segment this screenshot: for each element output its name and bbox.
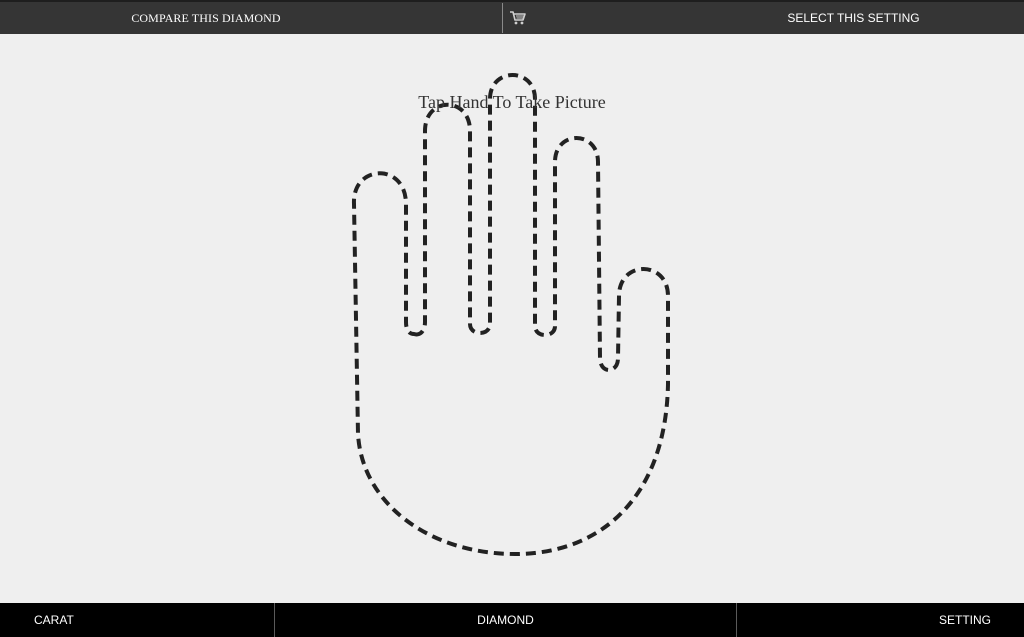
nav-item-setting[interactable]: SETTING <box>737 603 1024 637</box>
nav-item-carat[interactable]: CARAT <box>0 603 275 637</box>
compare-diamond-button[interactable]: COMPARE THIS DIAMOND <box>0 2 502 34</box>
hand-outline-icon[interactable] <box>0 34 1024 603</box>
nav-item-diamond-label: DIAMOND <box>477 613 534 627</box>
select-setting-button[interactable]: SELECT THIS SETTING <box>533 2 1024 34</box>
nav-item-diamond[interactable]: DIAMOND <box>275 603 737 637</box>
bottom-nav: CARAT DIAMOND SETTING <box>0 603 1024 637</box>
hand-capture-area: Tap Hand To Take Picture <box>0 34 1024 603</box>
compare-diamond-label: COMPARE THIS DIAMOND <box>131 10 281 25</box>
top-action-bar: COMPARE THIS DIAMOND SELECT THIS SETTING <box>0 0 1024 34</box>
nav-item-carat-label: CARAT <box>34 613 74 627</box>
shopping-cart-icon <box>510 11 526 25</box>
cart-button[interactable] <box>503 2 533 34</box>
nav-item-setting-label: SETTING <box>938 613 991 627</box>
select-setting-label: SELECT THIS SETTING <box>787 11 920 25</box>
